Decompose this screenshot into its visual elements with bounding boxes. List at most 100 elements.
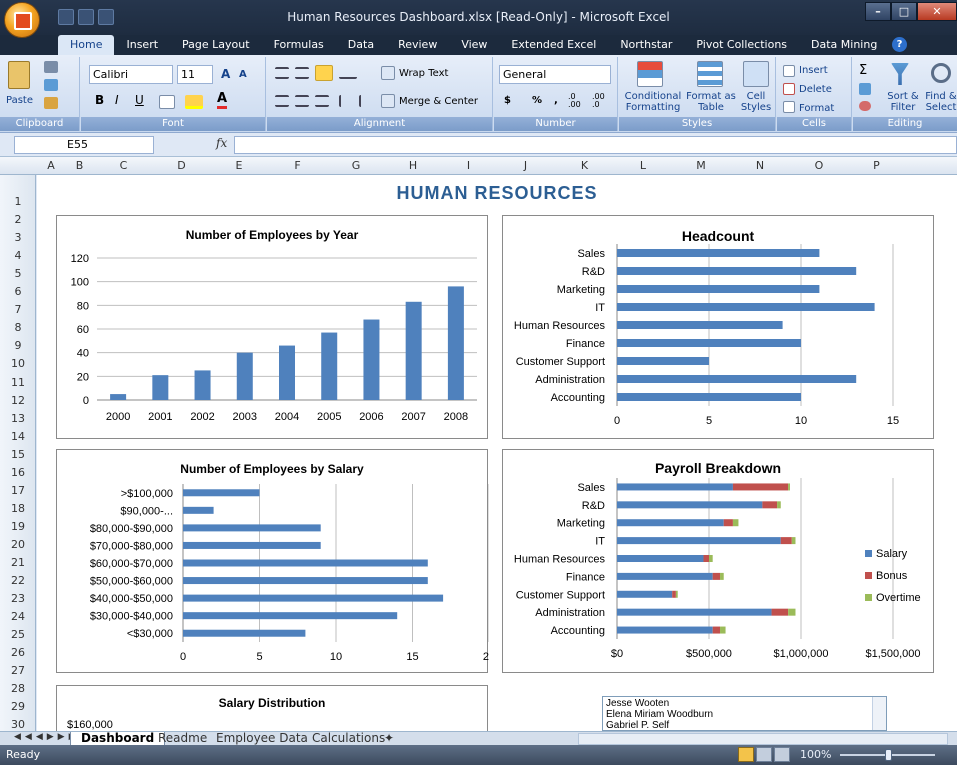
maximize-button[interactable]: □ [891, 2, 917, 21]
borders-icon[interactable] [159, 95, 175, 109]
font-color-button[interactable]: A [217, 91, 228, 109]
ribbon-tab-page-layout[interactable]: Page Layout [170, 35, 262, 55]
row-header[interactable]: 24 [0, 610, 35, 623]
align-center-icon[interactable] [295, 95, 309, 107]
format-as-table-icon[interactable] [697, 61, 723, 87]
ribbon-tab-pivot-collections[interactable]: Pivot Collections [684, 35, 799, 55]
insert-cells-icon[interactable] [783, 65, 795, 77]
ribbon-tab-home[interactable]: Home [58, 35, 115, 55]
row-header[interactable]: 27 [0, 664, 35, 677]
fx-icon[interactable]: fx [216, 136, 227, 150]
row-header[interactable]: 12 [0, 394, 35, 407]
headcount-chart[interactable]: Headcount 0 5 10 15 Sales R&D Marketing IT Human… [502, 215, 934, 439]
row-header[interactable]: 20 [0, 538, 35, 551]
row-header[interactable]: 30 [0, 718, 35, 731]
employees-by-year-chart[interactable]: Number of Employees by Year 0 20 40 60 80 100… [56, 215, 488, 439]
shrink-font-button[interactable]: A [239, 69, 247, 80]
minimize-button[interactable]: – [865, 2, 891, 21]
insert-sheet-icon[interactable]: ✦ [384, 732, 404, 746]
normal-view-icon[interactable] [738, 747, 754, 762]
percent-button[interactable]: % [532, 95, 542, 106]
align-top-icon[interactable] [275, 67, 289, 79]
align-middle-icon[interactable] [295, 67, 309, 79]
column-header[interactable]: K [555, 159, 614, 172]
row-header[interactable]: 11 [0, 376, 35, 389]
sort-filter-button[interactable]: Sort & Filter [883, 91, 923, 113]
row-header[interactable]: 9 [0, 339, 35, 352]
payroll-breakdown-chart[interactable]: Payroll Breakdown $0 $500,000 $1,000,000 $1… [502, 449, 934, 673]
align-bottom-icon[interactable] [315, 65, 333, 81]
italic-button[interactable]: I [115, 93, 119, 107]
column-header[interactable]: P [848, 159, 905, 172]
list-item[interactable]: Gabriel P. Self [606, 720, 883, 730]
column-header[interactable]: O [790, 159, 848, 172]
row-header[interactable]: 10 [0, 357, 35, 370]
row-header[interactable]: 23 [0, 592, 35, 605]
column-header[interactable]: C [94, 159, 153, 172]
format-painter-icon[interactable] [44, 97, 58, 109]
row-header[interactable]: 6 [0, 285, 35, 298]
row-header[interactable]: 5 [0, 267, 35, 280]
horizontal-scrollbar[interactable] [578, 733, 948, 745]
help-icon[interactable]: ? [892, 37, 907, 52]
autosum-button[interactable]: Σ [859, 63, 867, 78]
underline-button[interactable]: U [135, 93, 144, 107]
ribbon-tab-northstar[interactable]: Northstar [608, 35, 684, 55]
name-box[interactable]: E55 [14, 136, 154, 154]
row-header[interactable]: 17 [0, 484, 35, 497]
salary-distribution-chart[interactable]: Salary Distribution $160,000 [56, 685, 488, 731]
row-header[interactable]: 1 [0, 195, 35, 208]
currency-button[interactable]: $ [504, 95, 511, 106]
number-format-select[interactable]: General [499, 65, 611, 84]
row-header[interactable]: 14 [0, 430, 35, 443]
worksheet[interactable]: HUMAN RESOURCES Number of Employees by Y… [37, 175, 957, 731]
wrap-text-icon[interactable] [381, 66, 395, 80]
orientation-icon[interactable] [339, 67, 357, 79]
employees-by-salary-chart[interactable]: Number of Employees by Salary 05101520>$… [56, 449, 489, 673]
row-header[interactable]: 7 [0, 303, 35, 316]
clear-icon[interactable] [859, 101, 871, 111]
comma-button[interactable]: , [554, 95, 558, 106]
ribbon-tab-review[interactable]: Review [386, 35, 449, 55]
row-header[interactable]: 3 [0, 231, 35, 244]
column-header[interactable]: A [37, 159, 65, 172]
font-size-select[interactable]: 11 [177, 65, 213, 84]
row-header[interactable]: 2 [0, 213, 35, 226]
decrease-indent-icon[interactable] [339, 95, 353, 107]
column-header[interactable]: E [210, 159, 268, 172]
format-button[interactable]: Format [799, 103, 834, 114]
ribbon-tab-insert[interactable]: Insert [114, 35, 170, 55]
paste-icon[interactable] [8, 61, 30, 89]
delete-button[interactable]: Delete [799, 84, 832, 95]
row-header[interactable]: 15 [0, 448, 35, 461]
column-header[interactable]: H [385, 159, 441, 172]
align-right-icon[interactable] [315, 95, 329, 107]
delete-cells-icon[interactable] [783, 83, 795, 95]
row-header[interactable]: 8 [0, 321, 35, 334]
listbox-scrollbar[interactable] [872, 697, 886, 730]
row-header[interactable]: 25 [0, 628, 35, 641]
list-item[interactable]: Elena Miriam Woodburn [606, 709, 883, 720]
decrease-decimal-button[interactable]: .00 .0 [592, 93, 612, 109]
row-header[interactable]: 18 [0, 502, 35, 515]
column-header[interactable]: I [441, 159, 496, 172]
ribbon-tab-view[interactable]: View [449, 35, 499, 55]
column-header[interactable]: D [153, 159, 210, 172]
font-name-select[interactable]: Calibri [89, 65, 173, 84]
cell-styles-button[interactable]: Cell Styles [737, 91, 775, 113]
binoculars-icon[interactable] [931, 63, 951, 83]
zoom-slider-handle[interactable] [885, 749, 892, 761]
increase-decimal-button[interactable]: .0 .00 [568, 93, 588, 109]
ribbon-tab-extended-excel[interactable]: Extended Excel [499, 35, 608, 55]
cut-icon[interactable] [44, 61, 58, 73]
office-button[interactable] [4, 2, 40, 38]
merge-center-icon[interactable] [381, 94, 395, 108]
sort-filter-icon[interactable] [891, 63, 909, 85]
column-header[interactable]: F [268, 159, 327, 172]
grow-font-button[interactable]: A [221, 67, 230, 81]
conditional-formatting-button[interactable]: Conditional Formatting [623, 91, 683, 113]
row-header[interactable]: 19 [0, 520, 35, 533]
column-header[interactable]: G [327, 159, 385, 172]
employee-listbox[interactable]: Jesse Wooten Elena Miriam Woodburn Gabri… [602, 696, 887, 731]
column-header[interactable]: M [672, 159, 730, 172]
